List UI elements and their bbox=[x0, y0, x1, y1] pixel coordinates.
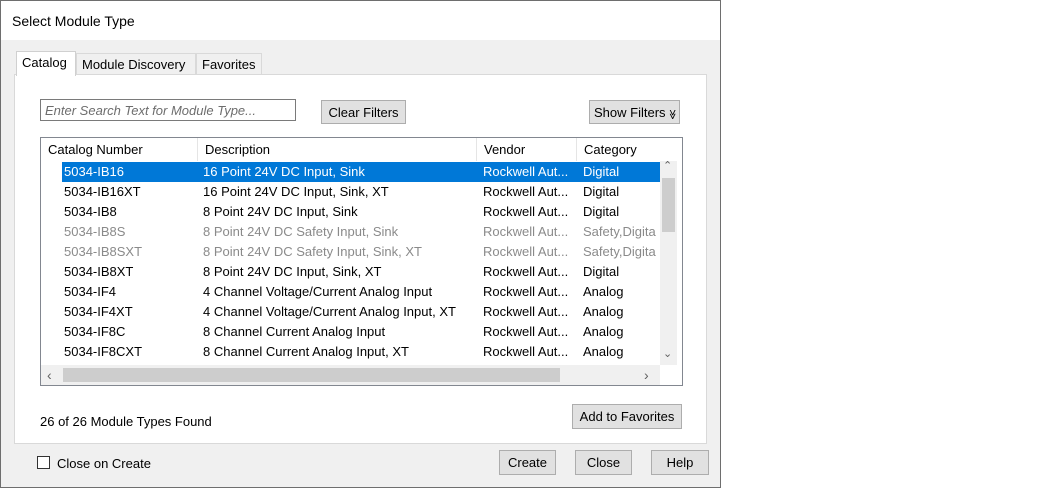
cell-catalog-number: 5034-IB8SXT bbox=[64, 244, 143, 259]
add-to-favorites-button[interactable]: Add to Favorites bbox=[572, 404, 682, 429]
cell-vendor: Rockwell Aut... bbox=[483, 264, 569, 279]
cell-description: 16 Point 24V DC Input, Sink, XT bbox=[203, 184, 389, 199]
cell-description: 8 Channel Current Analog Input, XT bbox=[203, 344, 409, 359]
cell-description: 4 Channel Voltage/Current Analog Input bbox=[203, 284, 433, 299]
show-filters-button[interactable]: Show Filters≫ bbox=[589, 100, 680, 124]
cell-catalog-number: 5034-IB8S bbox=[64, 224, 126, 239]
cell-vendor: Rockwell Aut... bbox=[483, 204, 569, 219]
horizontal-scrollbar[interactable]: ‹ › bbox=[41, 365, 660, 385]
tab-favorites[interactable]: Favorites bbox=[196, 53, 262, 75]
cell-vendor: Rockwell Aut... bbox=[483, 324, 569, 339]
show-filters-label: Show Filters bbox=[594, 104, 666, 120]
scroll-right-icon[interactable]: › bbox=[644, 367, 649, 383]
cell-vendor: Rockwell Aut... bbox=[483, 244, 569, 259]
cell-category: Analog bbox=[583, 284, 624, 299]
table-row[interactable]: 5034-IB16 16 Point 24V DC Input, Sink Rock… bbox=[62, 162, 660, 182]
cell-category: Analog bbox=[583, 304, 624, 319]
table-row[interactable]: 5034-IF4 4 Channel Voltage/Current Analog… bbox=[62, 282, 660, 302]
module-list[interactable]: Catalog Number Description Vendor Catego… bbox=[40, 137, 683, 386]
cell-category: Digital bbox=[583, 184, 620, 199]
tab-label: Module Discovery bbox=[82, 57, 186, 72]
cell-description: 8 Point 24V DC Safety Input, Sink bbox=[203, 224, 399, 239]
found-count-text: 26 of 26 Module Types Found bbox=[40, 414, 212, 429]
scroll-down-icon[interactable]: ⌄ bbox=[663, 347, 672, 360]
table-row[interactable]: 5034-IB8XT 8 Point 24V DC Input, Sink, XT… bbox=[62, 262, 660, 282]
cell-category: Analog bbox=[583, 344, 624, 359]
cell-vendor: Rockwell Aut... bbox=[483, 284, 569, 299]
close-button[interactable]: Close bbox=[575, 450, 632, 475]
table-row[interactable]: 5034-IF8CXT 8 Channel Current Analog Inpu… bbox=[62, 342, 660, 362]
cell-catalog-number: 5034-IF8C bbox=[64, 324, 126, 339]
cell-description: 8 Point 24V DC Input, Sink, XT bbox=[203, 264, 382, 279]
horizontal-scroll-thumb[interactable] bbox=[63, 368, 560, 382]
table-row[interactable]: 5034-IB8SXT 8 Point 24V DC Safety Input, … bbox=[62, 242, 660, 262]
close-on-create-checkbox[interactable] bbox=[37, 456, 50, 469]
tab-label: Catalog bbox=[22, 55, 67, 70]
cell-description: 8 Point 24V DC Safety Input, Sink, XT bbox=[203, 244, 422, 259]
cell-description: 16 Point 24V DC Input, Sink bbox=[203, 164, 365, 179]
table-row[interactable]: 5034-IB8S 8 Point 24V DC Safety Input, Si… bbox=[62, 222, 660, 242]
search-input[interactable] bbox=[40, 99, 296, 121]
cell-vendor: Rockwell Aut... bbox=[483, 304, 569, 319]
create-button[interactable]: Create bbox=[499, 450, 556, 475]
column-header-description[interactable]: Description bbox=[198, 138, 477, 161]
tab-label: Favorites bbox=[202, 57, 256, 72]
cell-catalog-number: 5034-IB16 bbox=[64, 164, 124, 179]
vertical-scroll-thumb[interactable] bbox=[662, 178, 675, 232]
cell-catalog-number: 5034-IF8CXT bbox=[64, 344, 143, 359]
table-row[interactable]: 5034-IF8C 8 Channel Current Analog Input R… bbox=[62, 322, 660, 342]
cell-category: Safety,Digita bbox=[583, 244, 656, 259]
scroll-left-icon[interactable]: ‹ bbox=[47, 367, 52, 383]
tab-catalog[interactable]: Catalog bbox=[16, 51, 76, 76]
title-bar: Select Module Type bbox=[1, 1, 720, 40]
cell-category: Digital bbox=[583, 204, 620, 219]
cell-catalog-number: 5034-IB8XT bbox=[64, 264, 134, 279]
clear-filters-button[interactable]: Clear Filters bbox=[321, 100, 406, 124]
cell-category: Digital bbox=[583, 264, 620, 279]
cell-description: 8 Point 24V DC Input, Sink bbox=[203, 204, 358, 219]
cell-vendor: Rockwell Aut... bbox=[483, 344, 569, 359]
scroll-up-icon[interactable]: ⌃ bbox=[663, 159, 672, 172]
table-row[interactable]: 5034-IB16XT 16 Point 24V DC Input, Sink, … bbox=[62, 182, 660, 202]
column-header-vendor[interactable]: Vendor bbox=[477, 138, 577, 161]
cell-catalog-number: 5034-IF4 bbox=[64, 284, 117, 299]
cell-catalog-number: 5034-IB16XT bbox=[64, 184, 141, 199]
double-chevron-down-icon: ≫ bbox=[666, 108, 678, 120]
cell-catalog-number: 5034-IF4XT bbox=[64, 304, 133, 319]
cell-category: Analog bbox=[583, 324, 624, 339]
table-row[interactable]: 5034-IB8 8 Point 24V DC Input, Sink Rockwe… bbox=[62, 202, 660, 222]
cell-description: 4 Channel Voltage/Current Analog Input, … bbox=[203, 304, 456, 319]
tab-module-discovery[interactable]: Module Discovery bbox=[76, 53, 196, 75]
table-row[interactable]: 5034-IF4XT 4 Channel Voltage/Current Anal… bbox=[62, 302, 660, 322]
cell-vendor: Rockwell Aut... bbox=[483, 224, 569, 239]
close-on-create-label[interactable]: Close on Create bbox=[57, 456, 151, 471]
cell-category: Digital bbox=[583, 164, 620, 179]
cell-category: Safety,Digita bbox=[583, 224, 656, 239]
column-header-catalog-number[interactable]: Catalog Number bbox=[41, 138, 198, 161]
help-button[interactable]: Help bbox=[651, 450, 709, 475]
window-title: Select Module Type bbox=[12, 13, 135, 29]
cell-description: 8 Channel Current Analog Input bbox=[203, 324, 386, 339]
cell-catalog-number: 5034-IB8 bbox=[64, 204, 117, 219]
vertical-scrollbar[interactable]: ⌃ ⌄ bbox=[660, 159, 677, 365]
cell-vendor: Rockwell Aut... bbox=[483, 184, 569, 199]
column-header-category[interactable]: Category bbox=[577, 138, 660, 161]
cell-vendor: Rockwell Aut... bbox=[483, 164, 569, 179]
